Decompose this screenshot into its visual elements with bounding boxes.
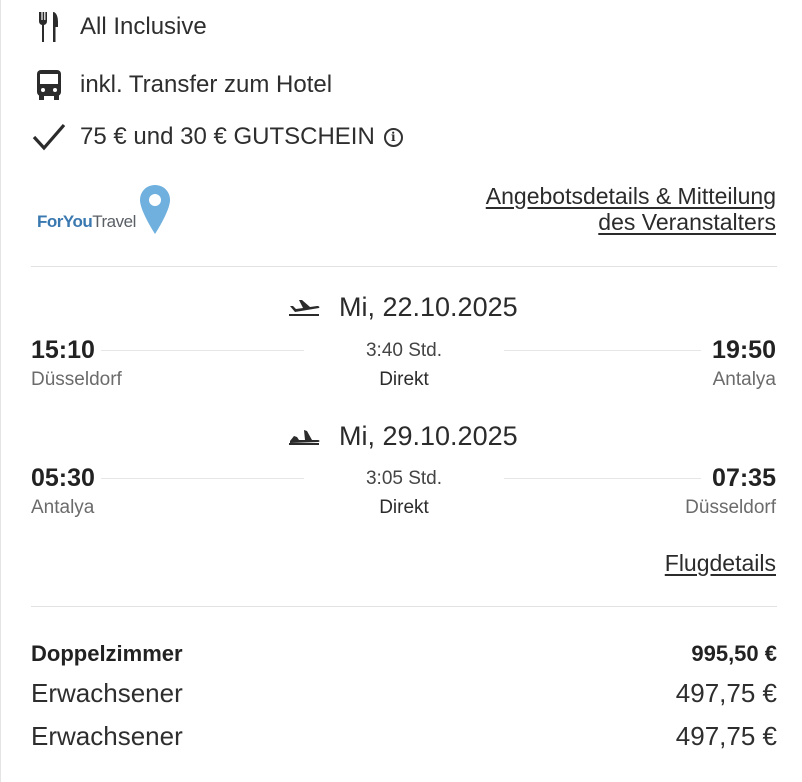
inbound-duration: 3:05 Std. <box>304 468 504 490</box>
inbound-type: Direkt <box>379 497 429 518</box>
outbound-duration: 3:40 Std. <box>304 340 504 362</box>
feature-voucher: 75 € und 30 € GUTSCHEIN i <box>31 119 403 155</box>
plane-arrival-icon <box>289 429 320 445</box>
outbound-arr-city: Antalya <box>712 369 776 390</box>
room-total: 995,50 € <box>691 641 777 666</box>
feature-all-inclusive: All Inclusive <box>31 9 207 45</box>
location-pin-icon <box>140 185 170 234</box>
feature-label: All Inclusive <box>80 13 207 40</box>
info-icon[interactable]: i <box>383 127 403 147</box>
feature-label: inkl. Transfer zum Hotel <box>80 71 333 98</box>
inbound-date: Mi, 29.10.2025 <box>339 421 518 451</box>
cutlery-icon <box>31 9 67 45</box>
offer-panel: { "features": [ {"icon": "cutlery-icon",… <box>0 0 802 782</box>
feature-transfer: inkl. Transfer zum Hotel <box>31 67 332 103</box>
inbound-dep-time: 05:30 <box>31 464 95 492</box>
person-label: Erwachsener <box>31 678 183 708</box>
divider <box>31 266 777 267</box>
outbound-dep-time: 15:10 <box>31 336 95 364</box>
inbound-date-row: Mi, 29.10.2025 <box>287 421 518 452</box>
outbound-date: Mi, 22.10.2025 <box>339 292 518 322</box>
offer-details-link[interactable]: Angebotsdetails & Mitteilung des Veranst… <box>486 183 776 235</box>
inbound-arr-city: Düsseldorf <box>685 497 776 518</box>
room-label: Doppelzimmer <box>31 641 183 666</box>
person-price-row: Erwachsener 497,75 € <box>31 721 777 752</box>
bus-icon <box>31 67 67 103</box>
outbound-arr-time: 19:50 <box>712 336 776 364</box>
outbound-dep-city: Düsseldorf <box>31 369 122 390</box>
checkmark-icon <box>31 119 67 155</box>
operator-logo-text: ForYouTravel <box>37 212 136 231</box>
plane-departure-icon <box>289 299 320 316</box>
feature-label: 75 € und 30 € GUTSCHEIN <box>80 123 375 150</box>
room-price-row: Doppelzimmer 995,50 € <box>31 641 777 667</box>
person-price: 497,75 € <box>675 678 777 708</box>
inbound-arr-time: 07:35 <box>712 464 776 492</box>
outbound-date-row: Mi, 22.10.2025 <box>287 292 518 323</box>
operator-logo: ForYouTravel <box>37 182 177 242</box>
inbound-dep-city: Antalya <box>31 497 95 518</box>
outbound-type: Direkt <box>379 369 429 390</box>
divider <box>31 606 777 607</box>
person-price-row: Erwachsener 497,75 € <box>31 678 777 709</box>
flight-details-link[interactable]: Flugdetails <box>665 550 776 577</box>
person-price: 497,75 € <box>675 721 777 751</box>
person-label: Erwachsener <box>31 721 183 751</box>
